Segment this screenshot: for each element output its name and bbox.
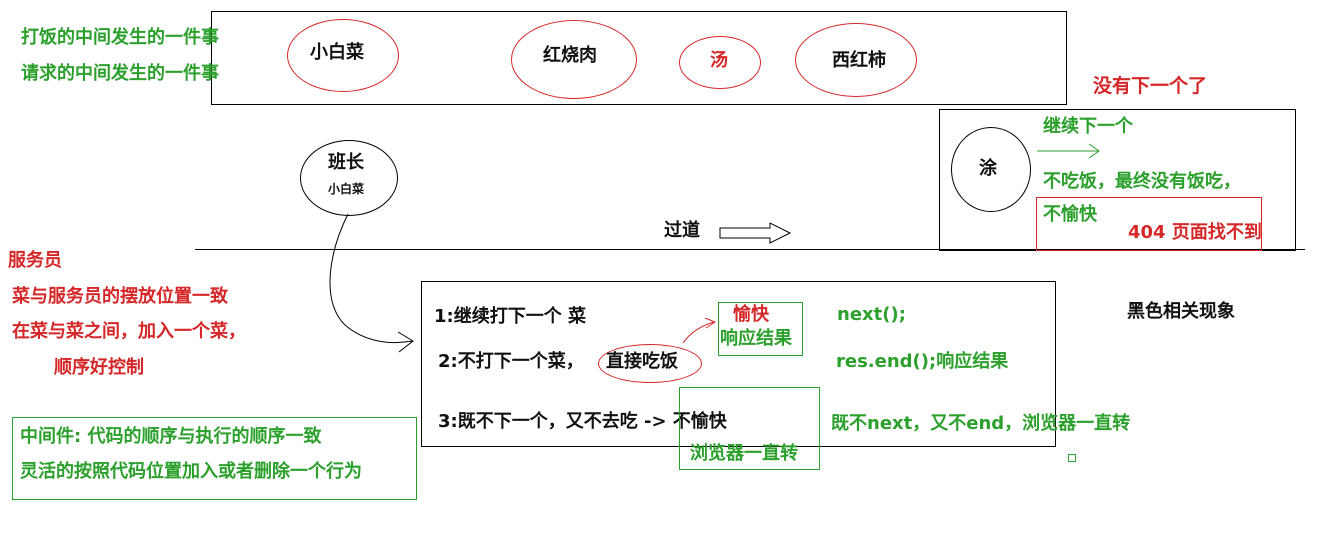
eat-to-happy-arrow — [682, 321, 715, 344]
monitor-to-steps-arrow — [329, 213, 413, 344]
aisle-arrow-icon — [719, 222, 792, 244]
connector-layer — [329, 143, 1100, 353]
